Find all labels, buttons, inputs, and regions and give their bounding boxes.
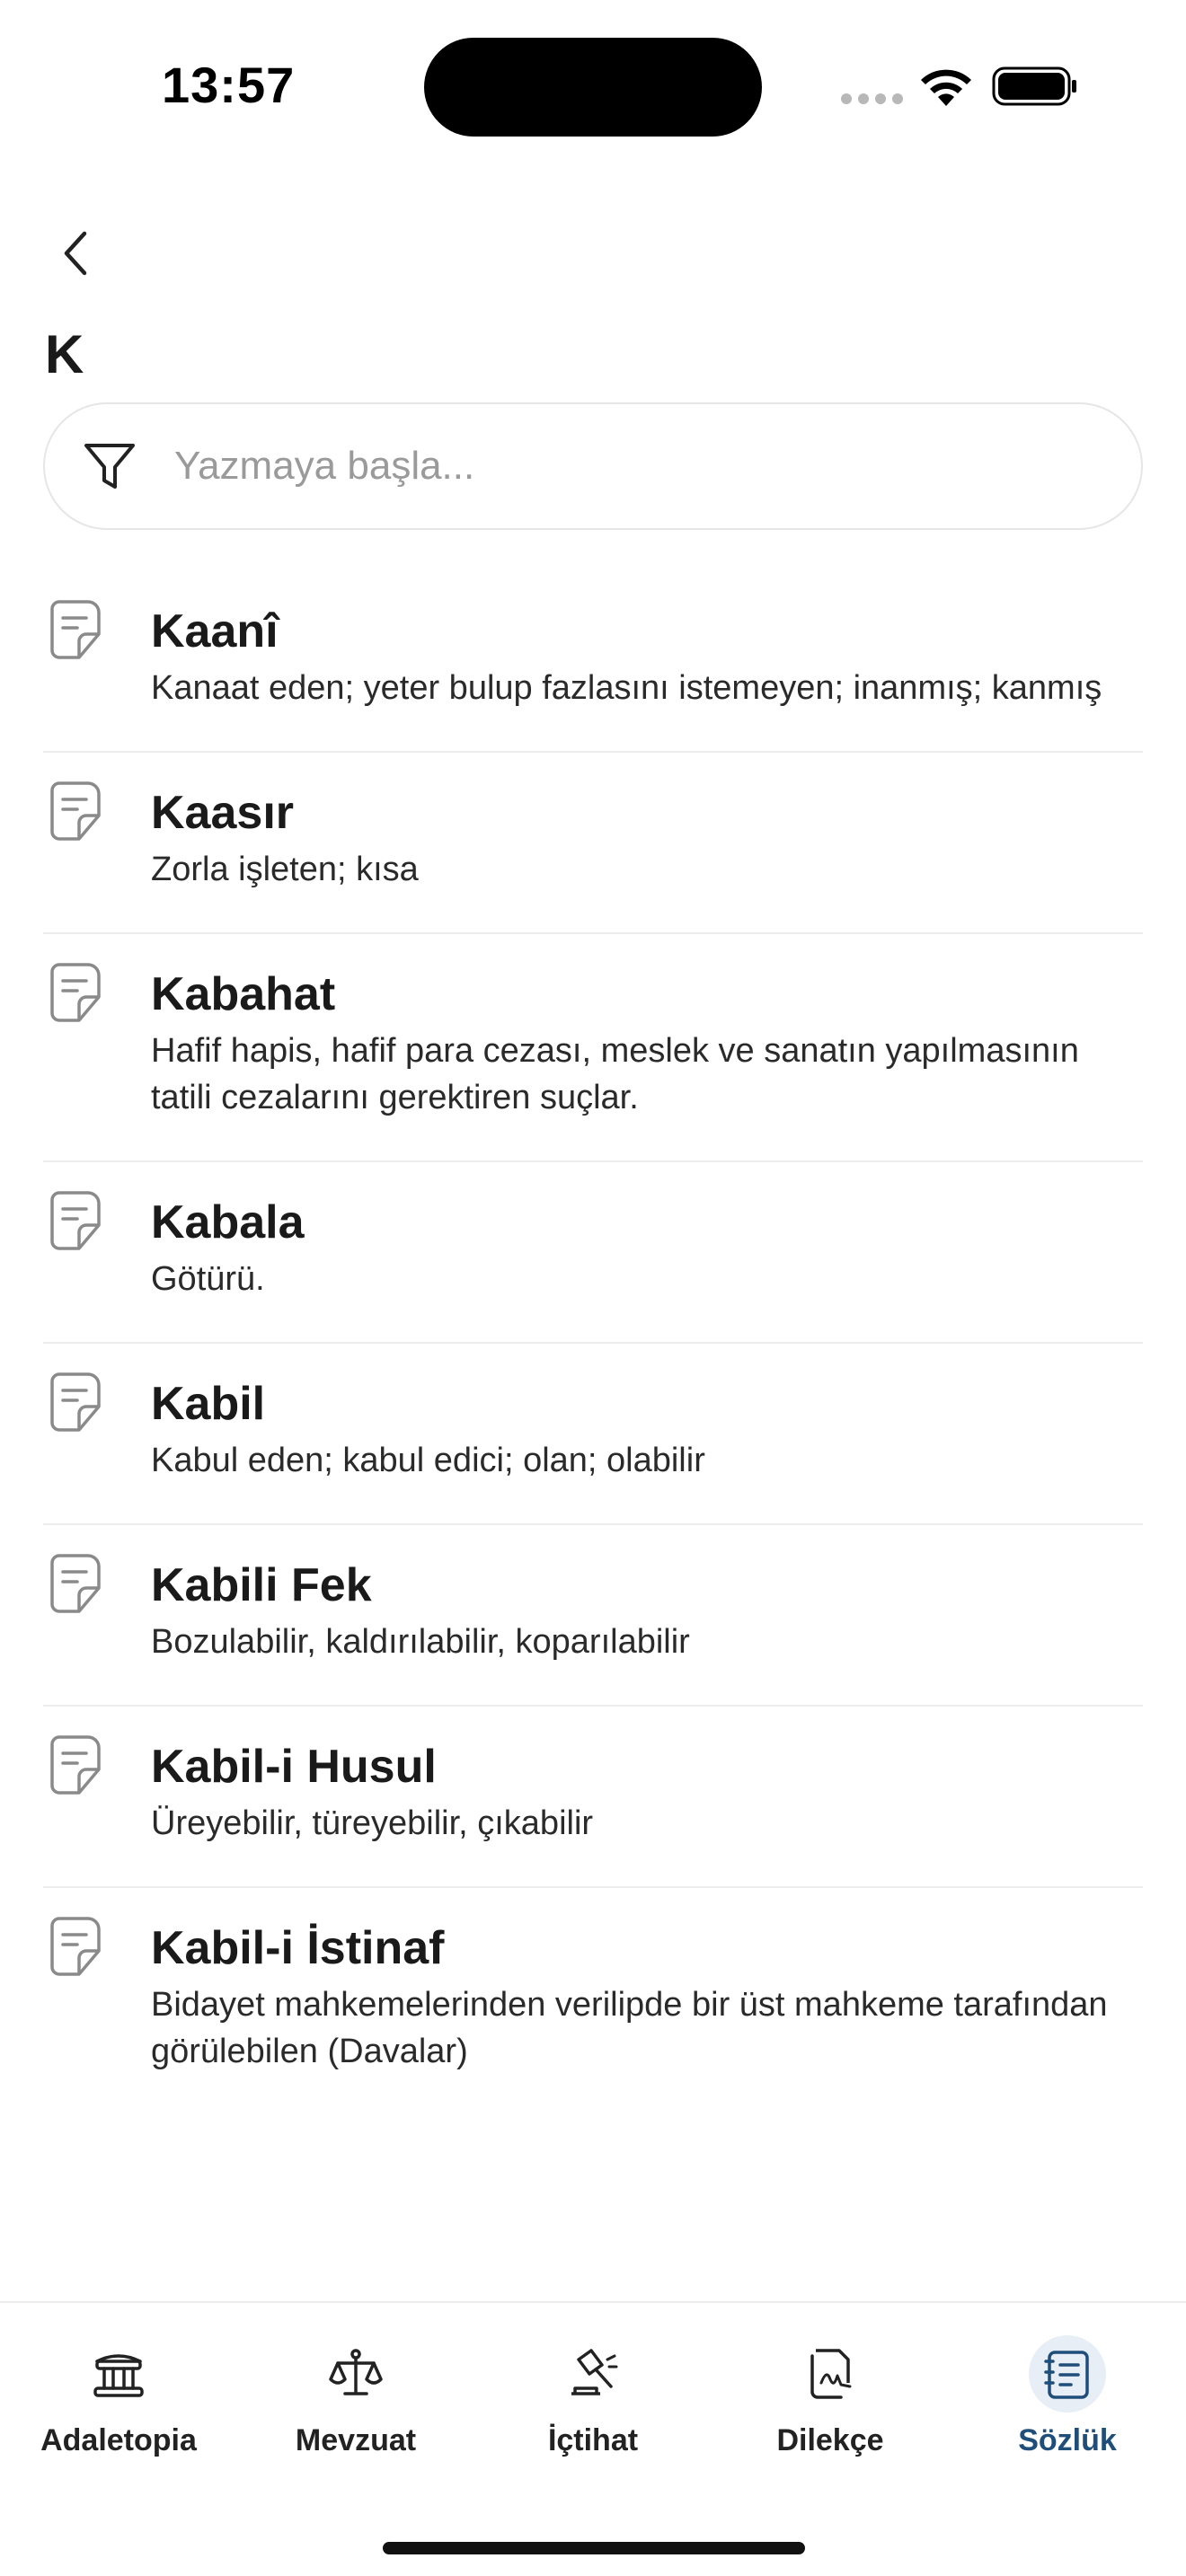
back-button[interactable] [50, 221, 101, 286]
list-item[interactable]: Kabil-i İstinaf Bidayet mahkemelerinden … [43, 1888, 1143, 2114]
battery-icon [992, 66, 1076, 106]
cellular-signal-icon [841, 93, 903, 104]
signed-document-icon [810, 2349, 852, 2399]
page-title: K [45, 324, 84, 384]
note-icon [50, 781, 101, 841]
note-icon [50, 1917, 101, 1976]
entry-term: Kabahat [151, 968, 336, 1020]
entry-definition: Bozulabilir, kaldırılabilir, koparılabil… [151, 1623, 690, 1661]
list-item[interactable]: Kabala Götürü. [43, 1162, 1143, 1344]
tab-mevzuat[interactable]: Mevzuat [237, 2335, 474, 2458]
note-icon [50, 1735, 101, 1795]
entry-term: Kabil-i Husul [151, 1741, 437, 1793]
tab-adaletopia[interactable]: Adaletopia [0, 2335, 237, 2458]
note-icon [50, 600, 101, 659]
tab-label: Sözlük [1018, 2423, 1117, 2457]
entry-definition: Kanaat eden; yeter bulup fazlasını istem… [151, 669, 1102, 707]
entry-definition: Kabul eden; kabul edici; olan; olabilir [151, 1442, 705, 1479]
courthouse-icon [93, 2354, 144, 2397]
entry-term: Kaasır [151, 787, 294, 839]
entry-definition: Götürü. [151, 1260, 265, 1298]
entry-definition: Üreyebilir, türeyebilir, çıkabilir [151, 1804, 594, 1842]
chevron-left-icon [64, 231, 87, 276]
list-item[interactable]: Kaanî Kanaat eden; yeter bulup fazlasını… [43, 571, 1143, 753]
tab-label: İçtihat [547, 2423, 639, 2457]
home-indicator [383, 2542, 805, 2554]
status-bar: 13:57 [0, 0, 1186, 171]
dictionary-icon [1044, 2351, 1089, 2399]
search-bar[interactable] [43, 402, 1143, 530]
tab-sozluk[interactable]: Sözlük [949, 2335, 1186, 2458]
note-icon [50, 1191, 101, 1250]
entry-definition: Hafif hapis, hafif para cezası, meslek v… [151, 1032, 1079, 1116]
list-item[interactable]: Kabil Kabul eden; kabul edici; olan; ola… [43, 1344, 1143, 1525]
entry-term: Kabala [151, 1196, 305, 1248]
dictionary-list: Kaanî Kanaat eden; yeter bulup fazlasını… [43, 571, 1143, 2114]
gavel-icon [571, 2349, 618, 2395]
entry-term: Kabili Fek [151, 1559, 372, 1611]
entry-definition: Bidayet mahkemelerinden verilipde bir üs… [151, 1986, 1108, 2070]
tab-label: Mevzuat [295, 2423, 417, 2457]
tab-ictihat[interactable]: İçtihat [474, 2335, 712, 2458]
dynamic-island [424, 38, 762, 137]
active-tab-highlight [1029, 2335, 1106, 2413]
list-item[interactable]: Kabil-i Husul Üreyebilir, türeyebilir, ç… [43, 1707, 1143, 1888]
list-item[interactable]: Kabahat Hafif hapis, hafif para cezası, … [43, 934, 1143, 1162]
wifi-icon [921, 69, 971, 106]
entry-definition: Zorla işleten; kısa [151, 851, 419, 888]
scales-icon [329, 2349, 383, 2395]
tab-label: Dilekçe [776, 2423, 884, 2457]
list-item[interactable]: Kaasır Zorla işleten; kısa [43, 753, 1143, 934]
note-icon [50, 1372, 101, 1432]
entry-term: Kaanî [151, 605, 279, 657]
status-time: 13:57 [162, 57, 296, 113]
filter-icon[interactable] [81, 437, 138, 495]
note-icon [50, 1554, 101, 1613]
tab-label: Adaletopia [40, 2423, 197, 2457]
search-input[interactable] [174, 444, 1073, 489]
note-icon [50, 963, 101, 1022]
bottom-tab-bar: Adaletopia Mevzuat İçtihat Dilekçe Sözlü… [0, 2301, 1186, 2576]
entry-term: Kabil-i İstinaf [151, 1922, 445, 1974]
tab-dilekce[interactable]: Dilekçe [712, 2335, 949, 2458]
list-item[interactable]: Kabili Fek Bozulabilir, kaldırılabilir, … [43, 1525, 1143, 1707]
entry-term: Kabil [151, 1378, 266, 1430]
